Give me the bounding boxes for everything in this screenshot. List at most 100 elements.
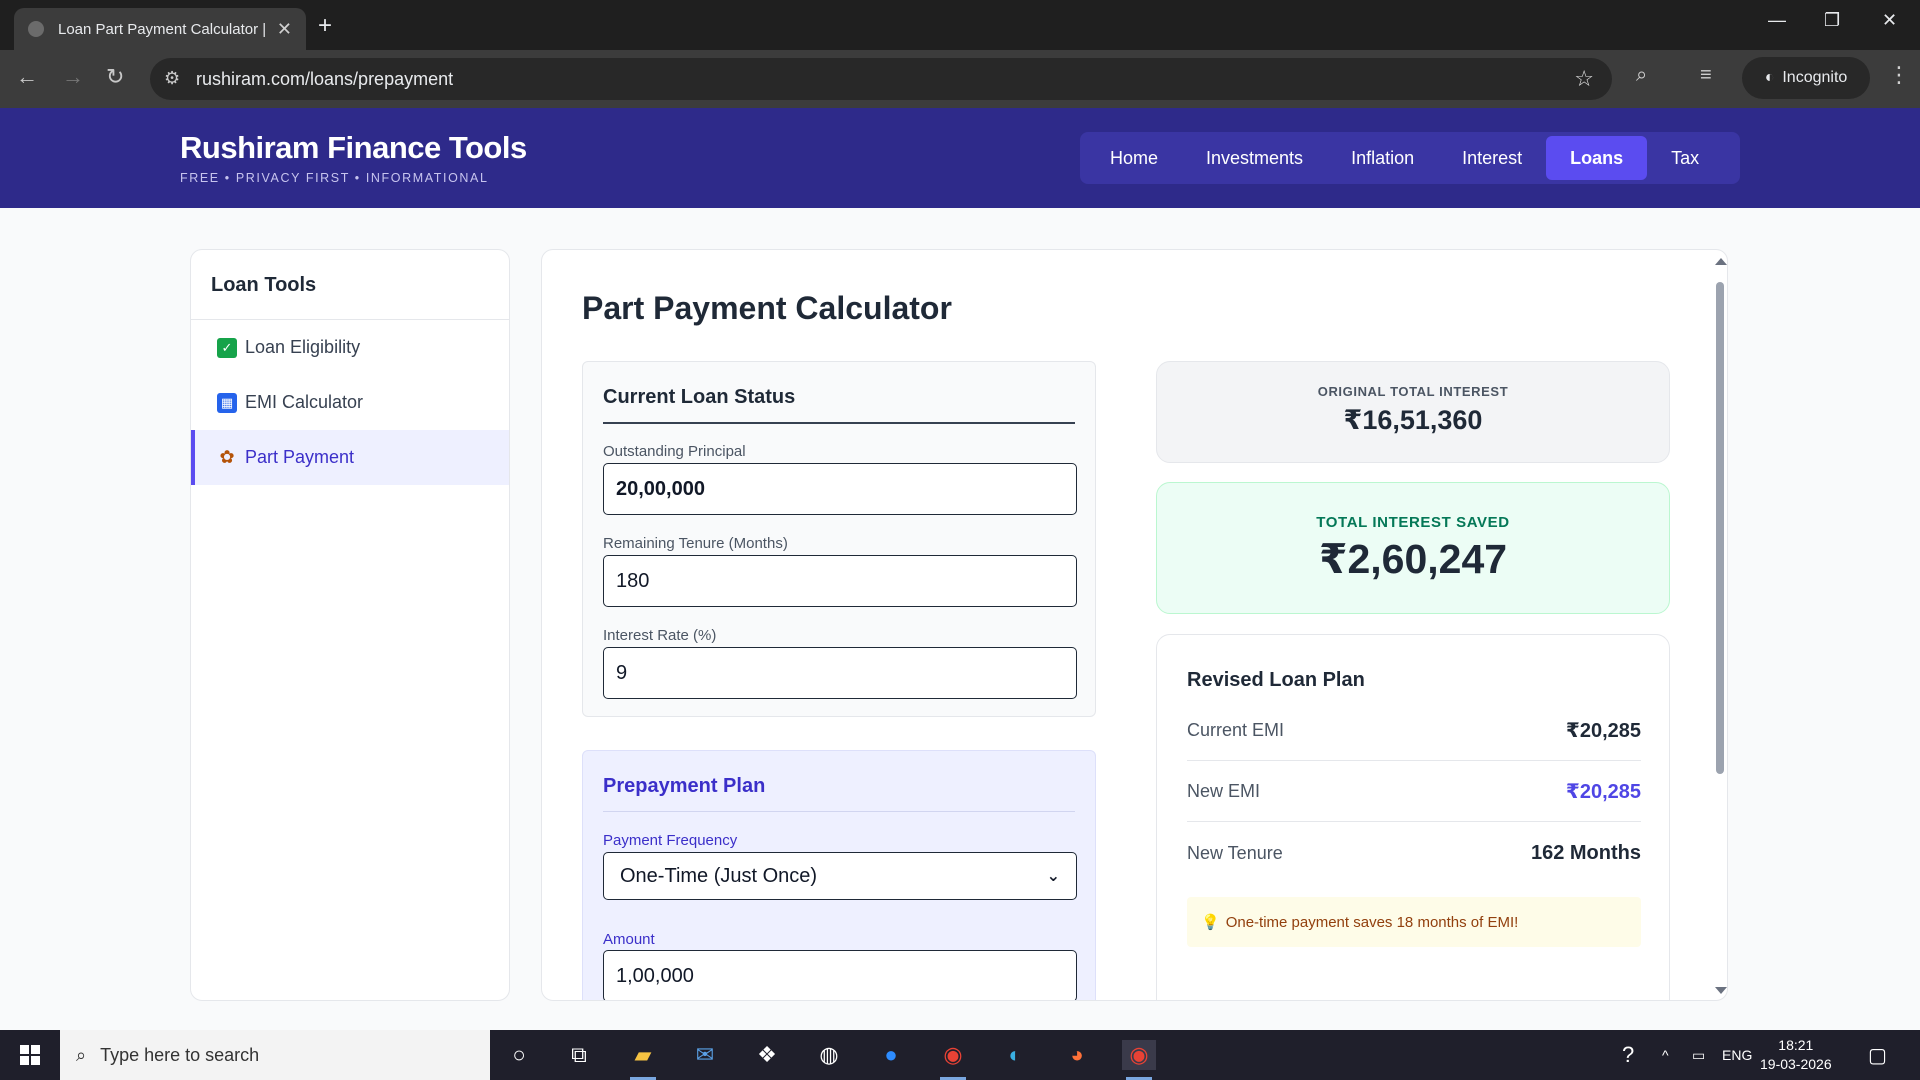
nav-investments[interactable]: Investments <box>1182 136 1327 180</box>
mail-icon[interactable]: ✉ <box>688 1040 722 1070</box>
taskbar-clock[interactable]: 18:21 19-03-2026 <box>1760 1036 1832 1074</box>
zoom-icon[interactable]: ● <box>874 1040 908 1070</box>
revised-loan-plan-card: Revised Loan Plan Current EMI ₹20,285 Ne… <box>1156 634 1670 1000</box>
tray-chevron-up-icon[interactable]: ^ <box>1662 1030 1669 1080</box>
original-interest-card: ORIGINAL TOTAL INTEREST ₹16,51,360 <box>1156 361 1670 463</box>
minimize-icon[interactable]: — <box>1768 10 1786 31</box>
edge-icon[interactable]: ◐ <box>998 1040 1032 1070</box>
scroll-up-icon[interactable] <box>1715 258 1727 265</box>
interest-saved-value: ₹2,60,247 <box>1318 536 1508 582</box>
clock-date: 19-03-2026 <box>1760 1056 1832 1072</box>
frequency-label: Payment Frequency <box>603 832 738 849</box>
frequency-value: One-Time (Just Once) <box>620 864 818 887</box>
sidebar-item-loan-eligibility[interactable]: ✓ Loan Eligibility <box>191 320 509 375</box>
windows-logo-icon <box>20 1045 40 1065</box>
address-bar[interactable]: ⚙ rushiram.com/loans/prepayment ☆ <box>150 58 1612 100</box>
page-title: Part Payment Calculator <box>582 290 952 326</box>
taskbar-search[interactable]: ⌕ Type here to search <box>60 1030 490 1080</box>
restore-icon[interactable]: ❐ <box>1824 10 1840 31</box>
money-icon: ✿ <box>219 447 235 467</box>
current-loan-status-card: Current Loan Status Outstanding Principa… <box>582 361 1096 717</box>
tab-favicon-icon <box>28 21 44 37</box>
windows-taskbar: ⌕ Type here to search ○ ⧉ ▰ ✉ ❖ ◍ ● ◉ ◐ … <box>0 1030 1920 1080</box>
url-text: rushiram.com/loans/prepayment <box>196 68 454 89</box>
chrome-incognito-icon[interactable]: ◉ <box>1122 1040 1156 1080</box>
notification-icon[interactable]: ▢ <box>1868 1030 1887 1080</box>
browser-menu-icon[interactable]: ⋮ <box>1888 62 1910 88</box>
rate-input[interactable] <box>603 647 1077 699</box>
new-tenure-row: New Tenure 162 Months <box>1187 823 1641 883</box>
new-tab-icon[interactable]: + <box>318 12 332 40</box>
panel-scrollbar[interactable] <box>1713 258 1727 994</box>
tenure-input[interactable] <box>603 555 1077 607</box>
browser-tab-bar: Loan Part Payment Calculator | I ✕ + — ❐… <box>0 0 1920 50</box>
dropbox-icon[interactable]: ❖ <box>750 1040 784 1070</box>
scroll-down-icon[interactable] <box>1715 987 1727 994</box>
search-icon: ⌕ <box>76 1044 87 1065</box>
firefox-icon[interactable]: ◕ <box>1060 1040 1094 1070</box>
chevron-down-icon: ⌄ <box>1046 868 1060 885</box>
card-heading: Current Loan Status <box>603 386 796 408</box>
row-value: ₹20,285 <box>1565 720 1641 742</box>
site-info-icon[interactable]: ⚙ <box>164 68 180 89</box>
site-tagline: FREE • PRIVACY FIRST • INFORMATIONAL <box>180 171 489 185</box>
card-heading: Prepayment Plan <box>603 775 766 797</box>
current-emi-row: Current EMI ₹20,285 <box>1187 701 1641 761</box>
site-brand[interactable]: Rushiram Finance Tools <box>180 130 527 166</box>
bookmark-star-icon[interactable]: ☆ <box>1574 66 1594 92</box>
interest-saved-card: TOTAL INTEREST SAVED ₹2,60,247 <box>1156 482 1670 614</box>
tab-close-icon[interactable]: ✕ <box>277 19 292 40</box>
sidebar-item-part-payment[interactable]: ✿ Part Payment <box>191 430 509 485</box>
cortana-icon[interactable]: ○ <box>502 1040 536 1070</box>
nav-home[interactable]: Home <box>1086 136 1182 180</box>
sidebar-item-label: Part Payment <box>245 447 355 467</box>
amount-input[interactable] <box>603 950 1077 1000</box>
lightbulb-icon: 💡 <box>1201 914 1220 931</box>
nav-inflation[interactable]: Inflation <box>1327 136 1438 180</box>
google-lens-icon[interactable]: ⌕ <box>1636 64 1647 87</box>
original-interest-caption: ORIGINAL TOTAL INTEREST <box>1317 384 1509 399</box>
heading-divider <box>603 422 1075 424</box>
chrome-icon[interactable]: ◉ <box>936 1040 970 1080</box>
back-icon[interactable]: ← <box>16 64 38 90</box>
row-value: ₹20,285 <box>1565 781 1641 803</box>
nav-tax[interactable]: Tax <box>1647 136 1723 180</box>
principal-input[interactable] <box>603 463 1077 515</box>
tenure-label: Remaining Tenure (Months) <box>603 535 788 552</box>
reload-icon[interactable]: ↻ <box>106 64 124 90</box>
scroll-thumb[interactable] <box>1716 282 1724 774</box>
calculator-icon: ▦ <box>217 392 237 413</box>
clock-time: 18:21 <box>1778 1037 1814 1053</box>
frequency-select[interactable]: One-Time (Just Once) ⌄ <box>603 852 1077 900</box>
sidebar-item-emi-calculator[interactable]: ▦ EMI Calculator <box>191 375 509 430</box>
top-navigation: Home Investments Inflation Interest Loan… <box>1080 132 1740 184</box>
window-close-icon[interactable]: ✕ <box>1882 10 1897 31</box>
revised-plan-heading: Revised Loan Plan <box>1187 669 1365 691</box>
incognito-badge[interactable]: ◐ Incognito <box>1742 57 1870 99</box>
row-label: New EMI <box>1187 781 1261 801</box>
new-emi-row: New EMI ₹20,285 <box>1187 762 1641 822</box>
row-label: Current EMI <box>1187 720 1285 740</box>
row-label: New Tenure <box>1187 842 1283 863</box>
sidebar-title: Loan Tools <box>191 250 509 320</box>
media-control-icon[interactable]: ≡ <box>1700 64 1712 87</box>
app-circle-icon[interactable]: ◍ <box>812 1040 846 1070</box>
original-interest-value: ₹16,51,360 <box>1343 405 1483 435</box>
browser-tab[interactable]: Loan Part Payment Calculator | I ✕ <box>14 8 306 50</box>
check-box-icon: ✓ <box>217 337 237 358</box>
nav-interest[interactable]: Interest <box>1438 136 1546 180</box>
nav-loans[interactable]: Loans <box>1546 136 1648 180</box>
row-value: 162 Months <box>1530 841 1641 864</box>
task-view-icon[interactable]: ⧉ <box>562 1040 596 1070</box>
forward-icon[interactable]: → <box>62 64 84 90</box>
file-explorer-icon[interactable]: ▰ <box>626 1040 660 1080</box>
sidebar-item-label: EMI Calculator <box>245 392 364 412</box>
language-indicator[interactable]: ENG <box>1722 1030 1752 1080</box>
battery-icon[interactable]: ▭ <box>1692 1030 1705 1080</box>
rate-label: Interest Rate (%) <box>603 627 717 644</box>
sidebar-item-label: Loan Eligibility <box>245 337 361 357</box>
loan-tools-sidebar: Loan Tools ✓ Loan Eligibility ▦ EMI Calc… <box>190 249 510 1001</box>
tab-title: Loan Part Payment Calculator | I <box>58 20 267 38</box>
start-button[interactable] <box>0 1030 60 1080</box>
help-icon[interactable]: ? <box>1622 1030 1634 1080</box>
